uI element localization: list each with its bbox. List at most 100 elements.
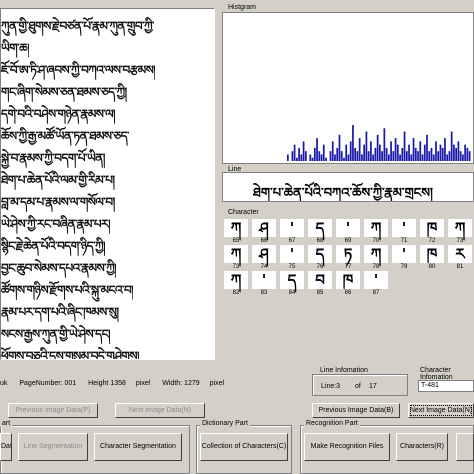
histogram-bar [381, 151, 383, 161]
character-number: 83 [260, 290, 268, 296]
line-info-group: Line:3 of 17 [312, 374, 408, 396]
histogram-bar [401, 147, 404, 161]
histogram-bar [423, 144, 426, 161]
histogram-bar [356, 151, 359, 161]
histogram-bar [430, 147, 433, 161]
character-cell[interactable]: ' 71 [392, 219, 416, 245]
image-data-button[interactable]: Data [0, 433, 12, 461]
recognition-part-label: Recognition Part [304, 420, 360, 427]
next-image-button-right[interactable]: Next Image Data(N) [408, 403, 474, 418]
character-cell[interactable]: ' 83 [252, 271, 276, 297]
histogram-bar [439, 144, 442, 161]
character-cell[interactable]: ཁ 80 [420, 245, 444, 271]
previous-image-button-right[interactable]: Previous Image Data(B) [312, 403, 400, 418]
line-text: ཐེག་པ་ཆེན་པོའི་བཀའ་ཆོས་ཀྱི་རྣམ་གྲངས། [253, 186, 433, 201]
character-number: 72 [428, 238, 436, 244]
character-number: 76 [316, 264, 324, 270]
character-number: 68 [316, 238, 324, 244]
histogram-bar [361, 154, 363, 161]
make-recognition-files-button[interactable]: Make Recognition Files [304, 433, 390, 461]
histogram-bar [370, 141, 372, 161]
histogram-bar [426, 134, 428, 161]
character-cell[interactable]: ཤ 74 [252, 245, 276, 271]
character-number: 79 [400, 264, 408, 270]
image-height: Height 1358 [88, 380, 126, 387]
histogram-bar [392, 151, 395, 161]
character-cell[interactable]: ' 87 [364, 271, 388, 297]
histogram-chart [287, 125, 471, 161]
line-info-line: Line:3 [321, 383, 341, 390]
line-segmentation-button[interactable]: Line Segmentation [18, 433, 88, 461]
character-cell[interactable]: ད 84 [280, 271, 304, 297]
histogram-bar [287, 154, 289, 161]
histogram-bar [372, 154, 375, 161]
character-cell[interactable]: ཏ 77 [336, 245, 360, 271]
histogram-bar [318, 151, 321, 161]
histogram-bar [347, 154, 350, 161]
line-info-label: Line Infomation [318, 367, 370, 374]
character-cell[interactable]: ཤ 66 [252, 219, 276, 245]
character-cell[interactable]: ' 69 [336, 219, 360, 245]
histogram-bar [345, 144, 348, 161]
histogram-bar [453, 144, 455, 161]
dictionary-part-label: Dictionary Part [200, 420, 250, 427]
character-cell[interactable]: ཁ 72 [420, 219, 444, 245]
character-number: 84 [288, 290, 296, 296]
histogram-bar [432, 154, 435, 161]
character-cell[interactable]: ཀ 82 [224, 271, 248, 297]
histogram-bar [390, 141, 392, 161]
character-glyph: ཁ [420, 219, 444, 237]
character-cell[interactable]: ཁ 86 [336, 271, 360, 297]
character-segmentation-button[interactable]: Character Segmentation [94, 433, 182, 461]
character-cell[interactable]: ཀ 70 [364, 219, 388, 245]
histogram-bar [421, 154, 424, 161]
histogram-bar [417, 151, 419, 161]
character-glyph: ཀ [364, 219, 388, 237]
histogram-bar [349, 141, 352, 161]
histogram-bar [316, 138, 318, 161]
character-cell[interactable]: ད 76 [308, 245, 332, 271]
character-number: 66 [260, 238, 268, 244]
character-glyph: ' [364, 271, 388, 289]
histogram-bar [435, 141, 437, 161]
character-cell[interactable]: ཀ 73 [224, 245, 248, 271]
histogram-bar [383, 128, 386, 161]
previous-image-button-left[interactable]: Previous Image Data(P) [8, 403, 98, 418]
character-glyph: བ [308, 271, 332, 289]
character-cell[interactable]: ར 81 [448, 245, 472, 271]
histogram-bar [313, 147, 316, 161]
character-glyph: ' [392, 245, 416, 263]
extra-button[interactable] [456, 433, 474, 461]
histogram-bar [410, 154, 413, 161]
next-image-button-left[interactable]: Next Image Data(N) [115, 403, 205, 418]
histogram-panel [222, 12, 474, 164]
image-page-panel[interactable]: ཀུན་གྱི་ཐུགས་རྗེ་བཙན་པོ་རྣམ་ཀུན་གྲུབ་ཀྱི… [0, 8, 215, 360]
character-cell[interactable]: ཀ 65 [224, 219, 248, 245]
line-info-total: 17 [369, 383, 377, 390]
histogram-label: Histgram [226, 4, 259, 11]
character-cell[interactable]: ཀ 78 [364, 245, 388, 271]
histogram-bar [459, 151, 462, 161]
character-cell[interactable]: ད 68 [308, 219, 332, 245]
character-glyph: ' [392, 219, 416, 237]
histogram-bar [379, 144, 381, 161]
histogram-bar [331, 141, 334, 161]
line-panel: ཐེག་པ་ཆེན་པོའི་བཀའ་ཆོས་ཀྱི་རྣམ་གྲངས། [222, 172, 474, 202]
character-glyph: ཏ [336, 245, 360, 263]
character-cell[interactable]: བ 85 [308, 271, 332, 297]
character-cell[interactable]: ' 67 [280, 219, 304, 245]
histogram-bar [446, 154, 449, 161]
histogram-bar [405, 151, 408, 161]
histogram-bar [468, 151, 471, 161]
histogram-bar [387, 154, 390, 161]
collection-of-characters-button[interactable]: Collection of Characters(C) [200, 433, 288, 461]
character-cell[interactable]: ཀ 73 [448, 219, 472, 245]
characters-button[interactable]: Characters(R) [396, 433, 448, 461]
character-number: 70 [372, 238, 380, 244]
character-cell[interactable]: ' 75 [280, 245, 304, 271]
histogram-bar [403, 131, 406, 161]
histogram-bar [354, 147, 357, 161]
histogram-bar [448, 151, 451, 161]
character-cell[interactable]: ' 79 [392, 245, 416, 271]
histogram-bar [464, 144, 467, 161]
